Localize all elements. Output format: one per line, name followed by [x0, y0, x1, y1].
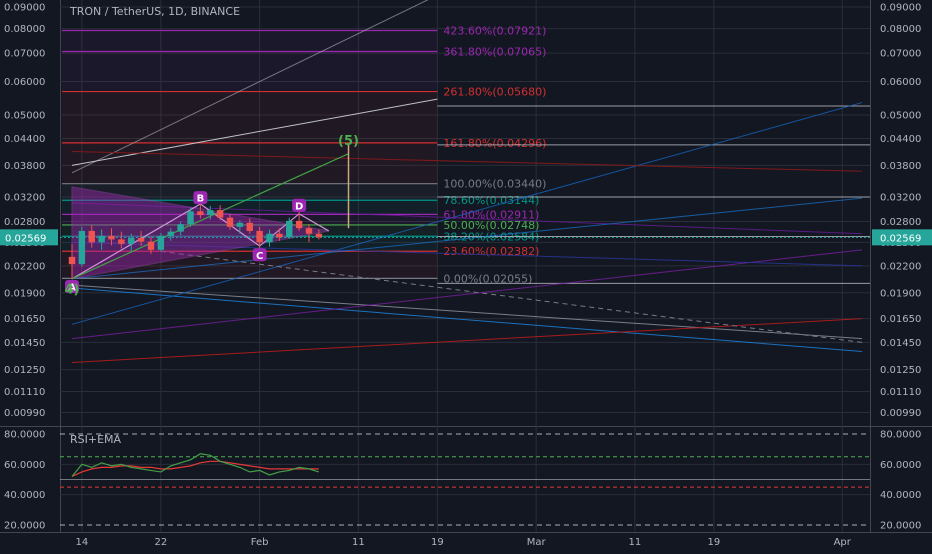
- y-tick-label-left: 0.02800: [4, 217, 45, 228]
- y-tick-label-left: 0.00990: [4, 408, 45, 419]
- fib-level-label: 78.60%(0.03144): [443, 194, 539, 207]
- x-tick-label: 19: [431, 537, 444, 548]
- y-tick-label-left: 0.03800: [4, 161, 45, 172]
- y-tick-label-right: 0.08000: [880, 24, 921, 35]
- last-price-label-left: 0.02569: [5, 233, 46, 244]
- x-tick-label: Mar: [527, 537, 547, 548]
- candle-body: [305, 228, 313, 234]
- candle-body: [147, 241, 155, 250]
- candle-body: [276, 233, 283, 238]
- y-tick-label-right: 0.09000: [880, 3, 921, 14]
- rsi-panel: [60, 433, 870, 526]
- wave-label-text: C: [256, 251, 263, 262]
- x-tick-label: 22: [155, 537, 168, 548]
- ema-line: [71, 460, 319, 478]
- wave-label-text: D: [295, 201, 303, 212]
- fib-level-label: 161.80%(0.04296): [443, 137, 546, 150]
- y-tick-label-left: 0.03200: [4, 192, 45, 203]
- candle-body: [315, 233, 323, 238]
- fib-level-label: 261.80%(0.05680): [443, 86, 546, 99]
- y-tick-label-left: 0.07000: [4, 49, 45, 60]
- rsi-y-tick-left: 60.0000: [4, 460, 45, 471]
- chart-stage[interactable]: 423.60%(0.07921) 361.80%(0.07065) 261.80%(…: [0, 0, 932, 550]
- rsi-y-tick-right: 40.0000: [880, 490, 921, 501]
- rsi-y-tick-left: 80.0000: [4, 430, 45, 441]
- fib-zone: [62, 142, 438, 184]
- last-price-label-right: 0.02569: [880, 233, 921, 244]
- candle-body: [108, 235, 115, 240]
- candle-body: [295, 220, 303, 229]
- rsi-panel-label: RSI+EMA: [70, 433, 122, 446]
- candle-body: [207, 210, 214, 216]
- y-tick-label-right: 0.01250: [880, 365, 921, 376]
- y-tick-label-left: 0.08000: [4, 24, 45, 35]
- y-tick-label-left: 0.01900: [4, 288, 45, 299]
- candle-body: [167, 231, 174, 236]
- y-tick-label-left: 0.01450: [4, 338, 45, 349]
- y-tick-label-right: 0.04400: [880, 134, 921, 145]
- y-tick-label-right: 0.01650: [880, 314, 921, 325]
- y-tick-label-right: 0.07000: [880, 49, 921, 60]
- rsi-y-tick-right: 60.0000: [880, 460, 921, 471]
- candle-body: [246, 222, 253, 231]
- y-tick-label-left: 0.06000: [4, 77, 45, 88]
- fib-zone: [62, 30, 438, 52]
- rsi-y-tick-right: 20.0000: [880, 520, 921, 531]
- y-tick-label-left: 0.09000: [4, 3, 45, 14]
- x-tick-label: Feb: [251, 537, 269, 548]
- y-tick-label-right: 0.02800: [880, 217, 921, 228]
- candle-body: [98, 235, 105, 243]
- wave-label-text: B: [197, 194, 205, 205]
- rsi-y-tick-right: 80.0000: [880, 430, 921, 441]
- candle-body: [266, 233, 273, 243]
- fib-level-label: 100.00%(0.03440): [443, 178, 546, 191]
- candle-body: [157, 235, 165, 250]
- fib-zone: [62, 91, 438, 143]
- candle-body: [197, 211, 204, 216]
- rsi-y-tick-left: 40.0000: [4, 490, 45, 501]
- candle-body: [118, 239, 125, 244]
- x-tick-label: 11: [629, 537, 642, 548]
- rsi-y-tick-left: 20.0000: [4, 520, 45, 531]
- candle-body: [236, 222, 244, 227]
- drawings: 423.60%(0.07921) 361.80%(0.07065) 261.80%(…: [60, 0, 870, 363]
- tradingview-chart[interactable]: 423.60%(0.07921) 361.80%(0.07065) 261.80%(…: [0, 0, 932, 550]
- candle-body: [187, 211, 194, 225]
- candle-body: [286, 220, 293, 238]
- x-tick-label: 14: [76, 537, 89, 548]
- y-tick-label-left: 0.04400: [4, 134, 45, 145]
- fib-level-label: 361.80%(0.07065): [443, 45, 546, 58]
- y-tick-label-right: 0.03800: [880, 161, 921, 172]
- candle-body: [216, 210, 224, 218]
- candle-body: [177, 224, 184, 232]
- y-tick-label-right: 0.03200: [880, 192, 921, 203]
- y-tick-label-left: 0.01650: [4, 314, 45, 325]
- y-tick-label-right: 0.01900: [880, 288, 921, 299]
- y-tick-label-right: 0.01110: [880, 387, 921, 398]
- fib-level-label: 423.60%(0.07921): [443, 24, 546, 37]
- candle-body: [78, 230, 86, 265]
- x-tick-label: Apr: [834, 537, 852, 548]
- y-tick-label-right: 0.06000: [880, 77, 921, 88]
- y-tick-label-left: 0.05000: [4, 110, 45, 121]
- x-tick-label: 11: [352, 537, 365, 548]
- y-tick-label-right: 0.02200: [880, 261, 921, 272]
- x-tick-label: 19: [708, 537, 721, 548]
- y-tick-label-right: 0.01450: [880, 338, 921, 349]
- wave-label-text: 4): [65, 283, 80, 298]
- candle-body: [226, 217, 234, 227]
- candle-body: [68, 256, 76, 265]
- fib-zone: [62, 51, 438, 92]
- y-tick-label-right: 0.05000: [880, 110, 921, 121]
- wave-label-text: (5): [338, 134, 359, 149]
- candle-body: [137, 237, 145, 242]
- y-tick-label-left: 0.01110: [4, 387, 45, 398]
- y-tick-label-left: 0.01250: [4, 365, 45, 376]
- y-tick-label-right: 0.00990: [880, 408, 921, 419]
- chart-title: TRON / TetherUS, 1D, BINANCE: [69, 5, 240, 18]
- y-tick-label-left: 0.02200: [4, 261, 45, 272]
- candle-body: [128, 237, 135, 244]
- candle-body: [256, 230, 263, 243]
- candle-body: [88, 230, 95, 243]
